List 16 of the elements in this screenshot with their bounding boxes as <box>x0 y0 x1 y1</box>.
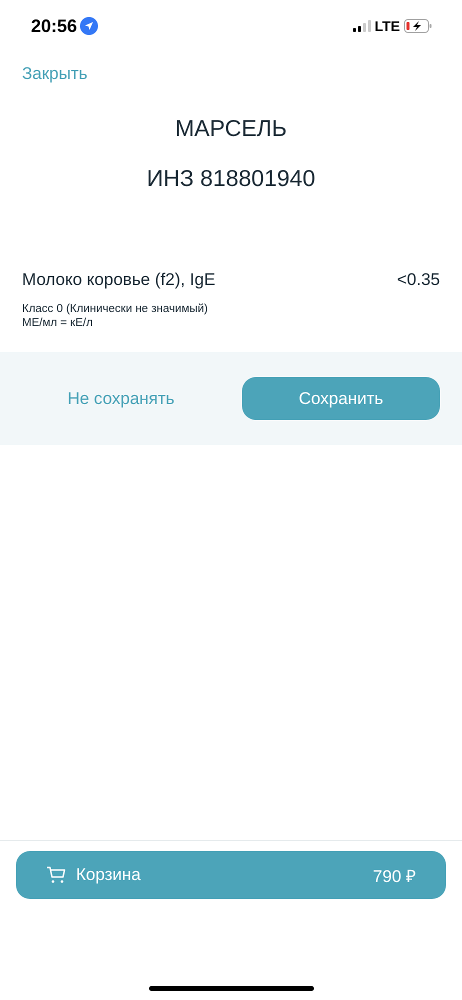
status-time: 20:56 <box>31 16 78 36</box>
battery-icon <box>404 19 432 33</box>
test-value: <0.35 <box>396 270 440 290</box>
location-icon <box>80 17 98 35</box>
patient-name: МАРСЕЛЬ <box>174 115 288 142</box>
save-button[interactable]: Сохранить <box>242 377 440 420</box>
cart-icon <box>46 866 66 884</box>
dont-save-button[interactable]: Не сохранять <box>22 377 220 420</box>
result-note: МЕ/мл = кЕ/л <box>22 316 94 330</box>
result-note: Класс 0 (Клинически не значимый) <box>22 302 209 316</box>
cart-button[interactable]: Корзина 790 ₽ <box>16 851 446 899</box>
test-name: Молоко коровье (f2), IgE <box>22 270 216 290</box>
patient-id: ИНЗ 818801940 <box>146 165 316 192</box>
signal-icon <box>352 20 371 32</box>
close-link[interactable]: Закрыть <box>22 64 88 84</box>
network-label: LTE <box>374 18 400 34</box>
